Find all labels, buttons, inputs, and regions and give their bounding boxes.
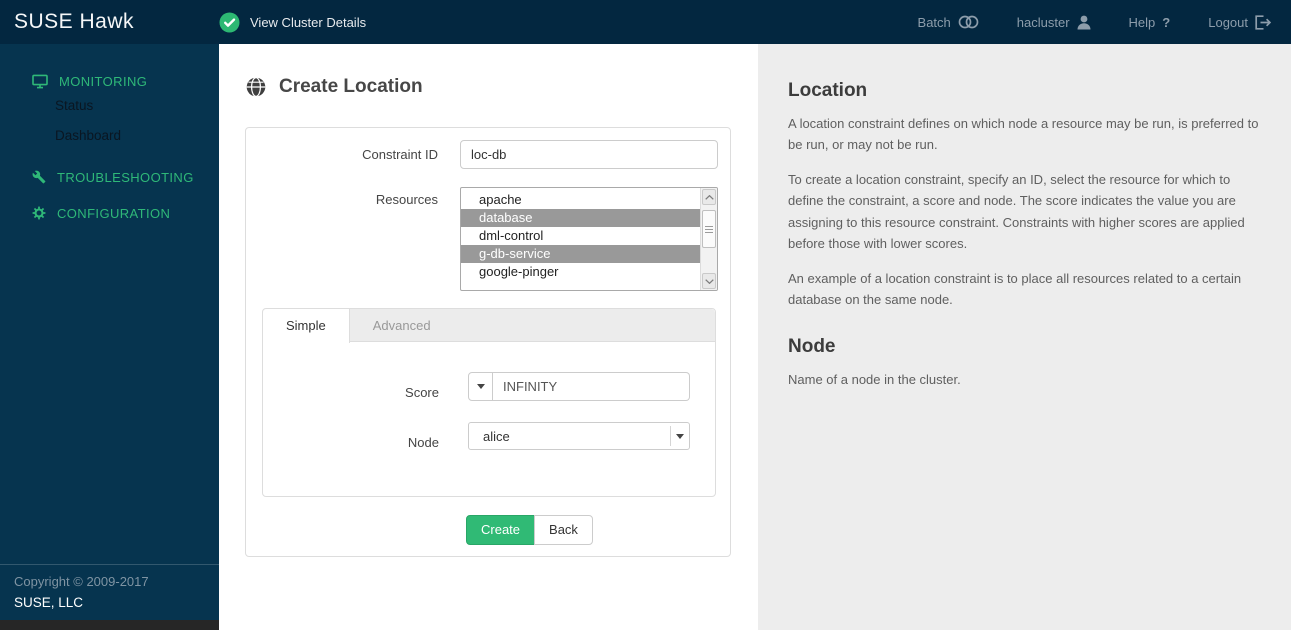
sidebar-status-label: Status: [55, 97, 94, 113]
chevron-down-icon: [676, 433, 684, 439]
sidebar: MONITORING Status Dashboard TROUBLESHOOT…: [0, 44, 219, 630]
help-section-node: Node Name of a node in the cluster.: [788, 336, 1265, 390]
monitor-icon: [32, 74, 48, 89]
constraint-id-input[interactable]: [460, 140, 718, 169]
listbox-scrollbar[interactable]: [700, 188, 717, 290]
help-paragraph: An example of a location constraint is t…: [788, 270, 1242, 308]
constraint-tabs-widget: Simple Advanced Score Node alice: [262, 308, 716, 497]
sidebar-troubleshooting-label: TROUBLESHOOTING: [57, 169, 194, 185]
help-panel: Location A location constraint defines o…: [758, 44, 1291, 630]
node-selected-value: alice: [483, 428, 510, 444]
constraint-id-label: Constraint ID: [362, 147, 438, 162]
help-section-location: Location A location constraint defines o…: [788, 80, 1265, 311]
sidebar-bottom-strip: [0, 620, 219, 630]
logout-label: Logout: [1208, 14, 1248, 30]
sidebar-configuration-label: CONFIGURATION: [57, 205, 171, 221]
copyright-text: Copyright © 2009-2017: [14, 574, 149, 589]
page-title-text: Create Location: [279, 76, 423, 97]
resources-options: apache database dml-control g-db-service…: [461, 191, 700, 281]
back-button[interactable]: Back: [534, 515, 593, 545]
help-label: Help: [1128, 14, 1156, 30]
sidebar-footer: Copyright © 2009-2017 SUSE, LLC: [0, 564, 219, 620]
check-circle-icon: [219, 12, 240, 33]
sidebar-item-status[interactable]: Status: [55, 94, 93, 116]
create-location-form: Constraint ID Resources apache database …: [245, 127, 731, 557]
help-button[interactable]: Help ?: [1129, 15, 1171, 30]
scrollbar-grip: [705, 224, 713, 235]
help-location-title: Location: [788, 80, 868, 101]
list-item[interactable]: database: [461, 209, 700, 227]
user-label: hacluster: [1016, 14, 1070, 30]
create-button[interactable]: Create: [466, 515, 536, 545]
scroll-down-button[interactable]: [702, 273, 716, 289]
user-icon: [1077, 15, 1091, 30]
sidebar-section-monitoring[interactable]: MONITORING: [32, 70, 147, 92]
help-paragraph: Name of a node in the cluster.: [788, 371, 961, 387]
list-item[interactable]: g-db-service: [461, 245, 700, 263]
main-content: Create Location Constraint ID Resources …: [219, 44, 758, 630]
resources-label: Resources: [375, 192, 438, 207]
list-item[interactable]: apache: [461, 191, 700, 209]
node-label: Node: [407, 435, 439, 450]
tab-advanced[interactable]: Advanced: [350, 309, 454, 341]
scrollbar-thumb[interactable]: [702, 210, 716, 248]
help-node-title: Node: [788, 335, 836, 357]
sidebar-section-troubleshooting[interactable]: TROUBLESHOOTING: [32, 166, 194, 188]
gear-icon: [32, 206, 46, 220]
question-mark-icon: ?: [1162, 14, 1171, 30]
wrench-icon: [32, 170, 46, 184]
score-label: Score: [405, 385, 439, 400]
help-paragraph: A location constraint defines on which n…: [788, 116, 1259, 153]
header-nav: Batch hacluster Help ? Logout: [918, 14, 1291, 30]
select-caret-zone: [670, 426, 689, 446]
logout-button[interactable]: Logout: [1208, 15, 1271, 30]
brand-logo[interactable]: SUSE Hawk: [0, 10, 219, 34]
batch-button[interactable]: Batch: [918, 14, 979, 30]
user-menu[interactable]: hacluster: [1017, 15, 1091, 30]
resources-listbox[interactable]: apache database dml-control g-db-service…: [460, 187, 718, 291]
batch-label: Batch: [917, 14, 951, 30]
list-item[interactable]: dml-control: [461, 227, 700, 245]
help-paragraph: To create a location constraint, specify…: [788, 171, 1245, 252]
page-title: Create Location: [246, 76, 423, 98]
sidebar-dashboard-label: Dashboard: [55, 127, 122, 143]
sidebar-monitoring-label: MONITORING: [59, 73, 148, 89]
scroll-up-button[interactable]: [702, 189, 716, 205]
view-cluster-details-label: View Cluster Details: [250, 14, 367, 30]
batch-icon: [958, 14, 979, 30]
view-cluster-details-link[interactable]: View Cluster Details: [219, 12, 366, 33]
list-item[interactable]: google-pinger: [461, 263, 700, 281]
logout-icon: [1255, 14, 1271, 30]
app-header: SUSE Hawk View Cluster Details Batch hac…: [0, 0, 1291, 44]
globe-icon: [246, 77, 266, 97]
form-actions: Create Back: [466, 515, 593, 545]
node-select[interactable]: alice: [468, 422, 690, 450]
tab-simple[interactable]: Simple: [263, 309, 350, 343]
company-text: SUSE, LLC: [14, 595, 84, 610]
tab-bar: Simple Advanced: [263, 309, 715, 343]
score-input-group: [468, 372, 690, 401]
score-dropdown-button[interactable]: [468, 372, 493, 401]
chevron-down-icon: [476, 384, 485, 389]
sidebar-item-dashboard[interactable]: Dashboard: [55, 124, 121, 146]
score-input[interactable]: [493, 372, 690, 401]
sidebar-section-configuration[interactable]: CONFIGURATION: [32, 202, 170, 224]
